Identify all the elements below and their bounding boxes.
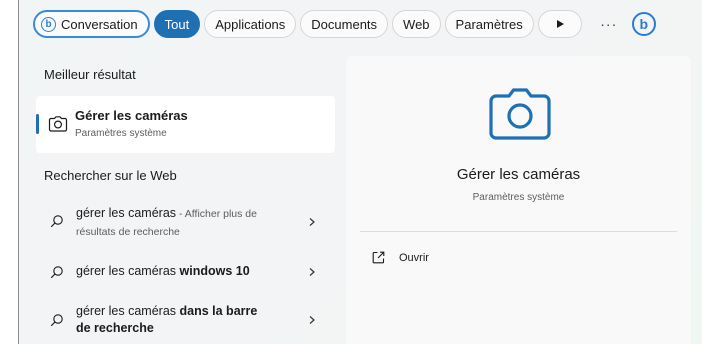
chevron-right-icon xyxy=(309,268,315,276)
open-external-icon xyxy=(372,251,385,264)
tab-settings[interactable]: Paramètres xyxy=(444,10,534,38)
search-icon xyxy=(50,215,63,228)
tab-all[interactable]: Tout xyxy=(153,10,201,38)
web-result-bold: windows 10 xyxy=(179,264,250,278)
web-result-query: gérer les caméras xyxy=(76,304,180,318)
open-action[interactable]: Ouvrir xyxy=(372,251,429,264)
web-result-query: gérer les caméras xyxy=(76,206,177,220)
chevron-right-icon xyxy=(309,316,315,324)
tab-conversation[interactable]: b Conversation xyxy=(33,10,150,38)
more-filters-button[interactable] xyxy=(537,10,582,38)
preview-title: Gérer les caméras xyxy=(456,166,581,183)
preview-pane: Gérer les caméras Paramètres système Ouv… xyxy=(346,56,691,344)
web-result-text: gérer les caméras - Afficher plus de rés… xyxy=(76,205,291,241)
tab-all-label: Tout xyxy=(164,16,190,32)
web-result-item[interactable]: gérer les caméras windows 10 xyxy=(36,254,335,290)
open-label: Ouvrir xyxy=(399,251,429,264)
play-icon xyxy=(556,20,564,28)
web-result-text: gérer les caméras dans la barre de reche… xyxy=(76,303,266,337)
tab-documents-label: Documents xyxy=(311,16,378,32)
web-result-query: gérer les caméras xyxy=(76,264,180,278)
web-result-item[interactable]: gérer les caméras - Afficher plus de rés… xyxy=(36,200,335,244)
bing-chat-icon: b xyxy=(41,16,56,32)
search-panel: b Conversation Tout Applications Documen… xyxy=(19,0,702,344)
chevron-right-icon xyxy=(309,218,315,226)
tab-web-label: Web xyxy=(403,16,430,32)
camera-icon xyxy=(489,88,551,140)
tab-web[interactable]: Web xyxy=(392,10,441,38)
more-options-button[interactable]: ··· xyxy=(596,16,622,32)
web-result-item[interactable]: gérer les caméras dans la barre de reche… xyxy=(36,298,335,344)
best-result-subtitle: Paramètres système xyxy=(75,128,167,139)
web-result-text: gérer les caméras windows 10 xyxy=(76,263,291,280)
best-result-title: Gérer les caméras xyxy=(75,108,188,123)
tab-applications[interactable]: Applications xyxy=(204,10,297,38)
web-search-heading: Rechercher sur le Web xyxy=(44,168,177,183)
preview-subtitle: Paramètres système xyxy=(472,192,565,203)
best-result-item[interactable]: Gérer les caméras Paramètres système xyxy=(36,96,335,153)
search-icon xyxy=(50,266,63,279)
filter-bar: b Conversation Tout Applications Documen… xyxy=(33,9,656,39)
search-icon xyxy=(50,314,63,327)
selection-indicator xyxy=(36,114,39,134)
best-result-heading: Meilleur résultat xyxy=(44,67,136,82)
bing-icon[interactable]: b xyxy=(631,12,656,36)
camera-icon xyxy=(48,116,68,132)
tab-documents[interactable]: Documents xyxy=(300,10,389,38)
preview-divider xyxy=(360,231,677,232)
tab-applications-label: Applications xyxy=(215,16,286,32)
tab-settings-label: Paramètres xyxy=(455,16,523,32)
tab-conversation-label: Conversation xyxy=(61,16,138,32)
